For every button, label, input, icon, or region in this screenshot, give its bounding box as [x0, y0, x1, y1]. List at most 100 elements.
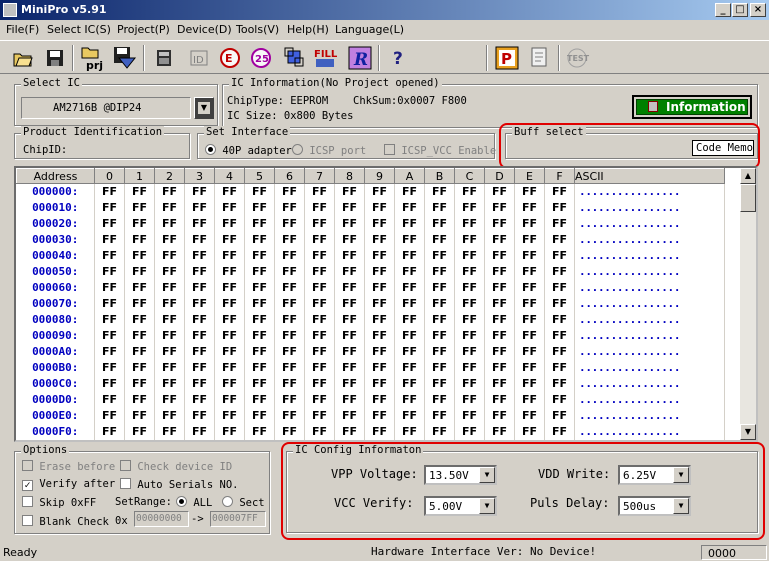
byte-cell[interactable]: FF: [274, 279, 305, 296]
byte-cell[interactable]: FF: [94, 311, 125, 328]
byte-cell[interactable]: FF: [544, 391, 575, 408]
read-icon[interactable]: ID: [187, 45, 213, 71]
byte-cell[interactable]: FF: [244, 391, 275, 408]
byte-cell[interactable]: FF: [394, 199, 425, 216]
byte-cell[interactable]: FF: [184, 359, 215, 376]
byte-cell[interactable]: FF: [454, 263, 485, 280]
byte-cell[interactable]: FF: [424, 215, 455, 232]
byte-cell[interactable]: FF: [364, 343, 395, 360]
byte-cell[interactable]: FF: [544, 375, 575, 392]
byte-cell[interactable]: FF: [244, 311, 275, 328]
byte-cell[interactable]: FF: [184, 279, 215, 296]
byte-cell[interactable]: FF: [334, 375, 365, 392]
byte-cell[interactable]: FF: [274, 311, 305, 328]
byte-cell[interactable]: FF: [454, 423, 485, 440]
range-end-input[interactable]: 000007FF: [210, 511, 266, 527]
byte-cell[interactable]: FF: [124, 183, 155, 200]
minimize-button[interactable]: _: [715, 3, 731, 17]
information-button[interactable]: Information: [632, 95, 752, 119]
adapter-40p-radio[interactable]: 40P adapter: [205, 144, 292, 157]
maximize-button[interactable]: □: [732, 3, 748, 17]
byte-cell[interactable]: FF: [124, 231, 155, 248]
byte-cell[interactable]: FF: [544, 311, 575, 328]
byte-cell[interactable]: FF: [214, 199, 245, 216]
byte-cell[interactable]: FF: [304, 263, 335, 280]
byte-cell[interactable]: FF: [154, 199, 185, 216]
byte-cell[interactable]: FF: [124, 359, 155, 376]
r-icon[interactable]: R: [347, 45, 373, 71]
byte-cell[interactable]: FF: [304, 295, 335, 312]
fill-icon[interactable]: FILL: [313, 45, 339, 71]
byte-cell[interactable]: FF: [484, 279, 515, 296]
byte-cell[interactable]: FF: [394, 231, 425, 248]
blank-check-icon[interactable]: 25: [249, 45, 275, 71]
byte-cell[interactable]: FF: [424, 231, 455, 248]
byte-cell[interactable]: FF: [304, 359, 335, 376]
menu-select-ic[interactable]: Select IC(S): [47, 23, 111, 36]
test-icon[interactable]: TEST: [564, 45, 590, 71]
byte-cell[interactable]: FF: [514, 327, 545, 344]
icsp-vcc-checkbox[interactable]: ICSP_VCC Enable: [384, 144, 496, 157]
byte-cell[interactable]: FF: [244, 359, 275, 376]
byte-cell[interactable]: FF: [94, 263, 125, 280]
byte-cell[interactable]: FF: [274, 359, 305, 376]
byte-cell[interactable]: FF: [154, 231, 185, 248]
byte-cell[interactable]: FF: [184, 327, 215, 344]
byte-cell[interactable]: FF: [514, 359, 545, 376]
byte-cell[interactable]: FF: [514, 295, 545, 312]
byte-cell[interactable]: FF: [94, 279, 125, 296]
ascii-cell[interactable]: ................: [574, 423, 725, 440]
byte-cell[interactable]: FF: [364, 391, 395, 408]
byte-cell[interactable]: FF: [214, 183, 245, 200]
byte-cell[interactable]: FF: [214, 407, 245, 424]
save-icon[interactable]: [42, 45, 68, 71]
byte-cell[interactable]: FF: [334, 231, 365, 248]
byte-cell[interactable]: FF: [274, 327, 305, 344]
p-icon[interactable]: P: [494, 45, 520, 71]
ascii-cell[interactable]: ................: [574, 359, 725, 376]
byte-cell[interactable]: FF: [484, 263, 515, 280]
byte-cell[interactable]: FF: [244, 279, 275, 296]
chip-icon[interactable]: [151, 45, 177, 71]
byte-cell[interactable]: FF: [394, 359, 425, 376]
byte-cell[interactable]: FF: [94, 359, 125, 376]
byte-cell[interactable]: FF: [364, 183, 395, 200]
byte-cell[interactable]: FF: [454, 295, 485, 312]
byte-cell[interactable]: FF: [154, 327, 185, 344]
byte-cell[interactable]: FF: [214, 327, 245, 344]
range-sect-radio[interactable]: Sect: [222, 496, 265, 509]
byte-cell[interactable]: FF: [454, 231, 485, 248]
byte-cell[interactable]: FF: [424, 375, 455, 392]
byte-cell[interactable]: FF: [154, 391, 185, 408]
byte-cell[interactable]: FF: [394, 327, 425, 344]
ascii-cell[interactable]: ................: [574, 247, 725, 264]
byte-cell[interactable]: FF: [514, 375, 545, 392]
byte-cell[interactable]: FF: [454, 199, 485, 216]
byte-cell[interactable]: FF: [424, 407, 455, 424]
byte-cell[interactable]: FF: [394, 295, 425, 312]
byte-cell[interactable]: FF: [334, 279, 365, 296]
verify-icon[interactable]: [282, 45, 308, 71]
byte-cell[interactable]: FF: [244, 295, 275, 312]
byte-cell[interactable]: FF: [514, 183, 545, 200]
byte-cell[interactable]: FF: [484, 407, 515, 424]
byte-cell[interactable]: FF: [274, 375, 305, 392]
byte-cell[interactable]: FF: [214, 311, 245, 328]
byte-cell[interactable]: FF: [394, 423, 425, 440]
project-icon[interactable]: prj: [80, 45, 106, 71]
ascii-cell[interactable]: ................: [574, 391, 725, 408]
byte-cell[interactable]: FF: [544, 183, 575, 200]
byte-cell[interactable]: FF: [514, 263, 545, 280]
byte-cell[interactable]: FF: [274, 295, 305, 312]
byte-cell[interactable]: FF: [454, 279, 485, 296]
byte-cell[interactable]: FF: [274, 231, 305, 248]
menu-help[interactable]: Help(H): [287, 23, 329, 36]
range-all-radio[interactable]: ALL: [176, 496, 212, 509]
byte-cell[interactable]: FF: [274, 263, 305, 280]
byte-cell[interactable]: FF: [244, 199, 275, 216]
byte-cell[interactable]: FF: [184, 423, 215, 440]
byte-cell[interactable]: FF: [364, 247, 395, 264]
byte-cell[interactable]: FF: [424, 343, 455, 360]
byte-cell[interactable]: FF: [454, 183, 485, 200]
byte-cell[interactable]: FF: [304, 311, 335, 328]
